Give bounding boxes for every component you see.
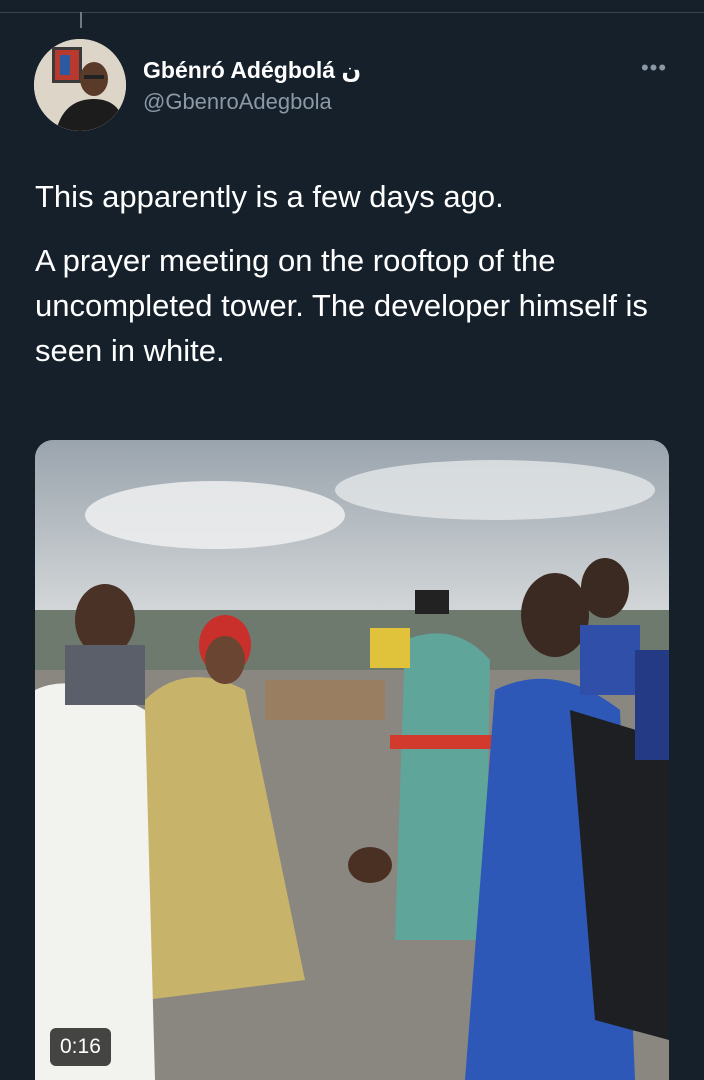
more-options-button[interactable]: ••• bbox=[634, 54, 674, 84]
video-media[interactable] bbox=[35, 440, 669, 1080]
tweet-text: This apparently is a few days ago. A pra… bbox=[35, 174, 675, 392]
avatar-image bbox=[34, 39, 126, 131]
tweet-paragraph: A prayer meeting on the rooftop of the u… bbox=[35, 243, 648, 368]
thread-connector-line bbox=[80, 12, 82, 28]
ellipsis-icon: ••• bbox=[640, 55, 668, 80]
thread-divider bbox=[0, 12, 704, 13]
video-thumbnail bbox=[35, 440, 669, 1080]
video-duration-badge: 0:16 bbox=[50, 1028, 111, 1066]
tweet-paragraph: This apparently is a few days ago. bbox=[35, 179, 504, 214]
author-handle[interactable]: @GbenroAdegbola bbox=[143, 89, 332, 115]
avatar[interactable] bbox=[34, 39, 126, 131]
author-name[interactable]: Gbénró Adégbolá ن bbox=[143, 57, 361, 84]
